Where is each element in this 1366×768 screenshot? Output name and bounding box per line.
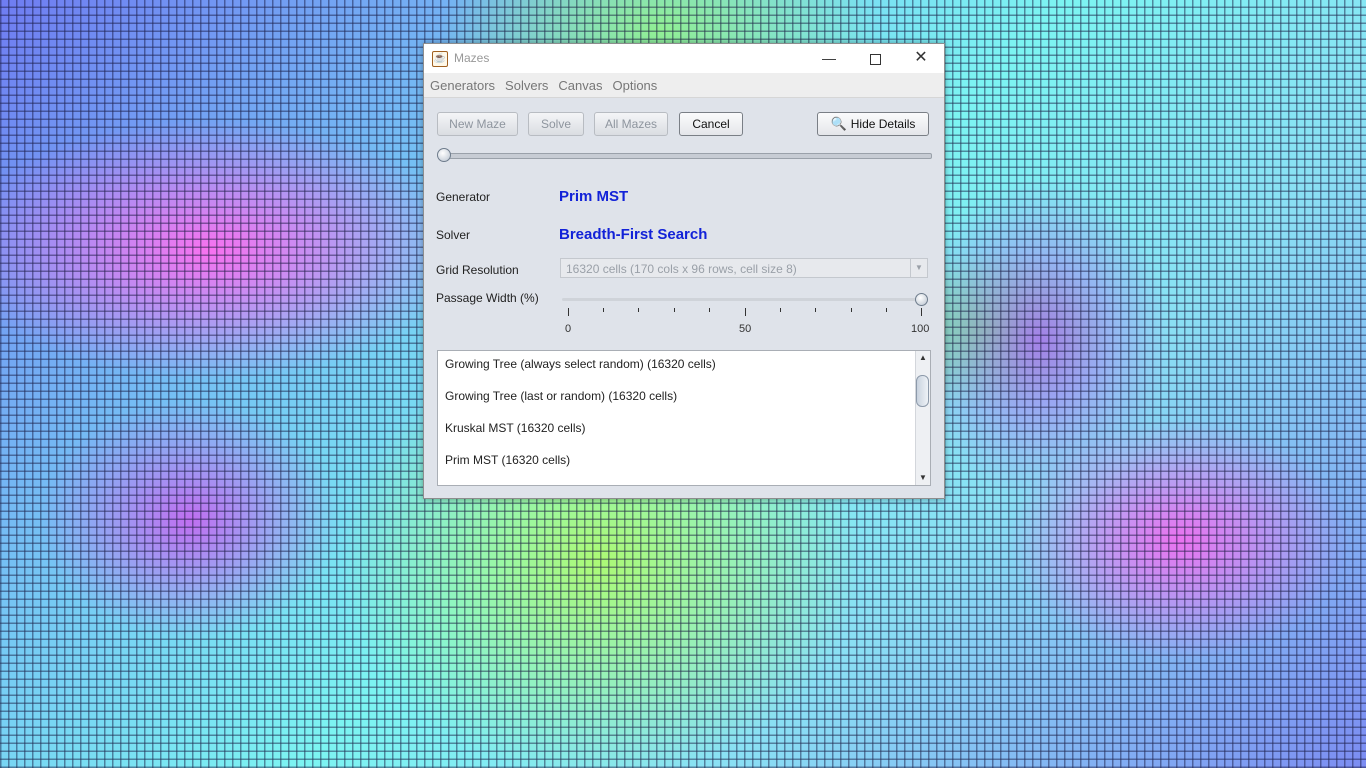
hide-details-button[interactable]: 🔍 Hide Details bbox=[817, 112, 929, 136]
scroll-thumb[interactable] bbox=[916, 375, 929, 407]
passage-width-track bbox=[562, 298, 924, 301]
minimize-button[interactable]: — bbox=[806, 44, 852, 73]
tick-minor bbox=[674, 308, 675, 312]
tick-major bbox=[568, 308, 569, 316]
title-bar[interactable]: ☕ Mazes — ✕ bbox=[424, 44, 944, 73]
java-app-icon: ☕ bbox=[432, 51, 448, 67]
tick-label-100: 100 bbox=[911, 323, 930, 335]
menu-generators[interactable]: Generators bbox=[430, 78, 495, 93]
list-scrollbar[interactable]: ▲ ▼ bbox=[915, 351, 930, 485]
tick-major bbox=[921, 308, 922, 316]
generator-label: Generator bbox=[436, 190, 491, 204]
chevron-down-icon[interactable]: ▼ bbox=[910, 259, 927, 277]
solve-button[interactable]: Solve bbox=[528, 112, 584, 136]
close-icon: ✕ bbox=[914, 49, 928, 66]
new-maze-button[interactable]: New Maze bbox=[437, 112, 518, 136]
solver-label: Solver bbox=[436, 228, 471, 242]
window-title: Mazes bbox=[454, 51, 490, 65]
list-item[interactable]: Prim MST (16320 cells) bbox=[445, 453, 570, 467]
scroll-down-icon[interactable]: ▼ bbox=[916, 471, 930, 485]
details-panel: New Maze Solve All Mazes Cancel 🔍 Hide De… bbox=[424, 98, 944, 498]
menu-bar: Generators Solvers Canvas Options bbox=[424, 73, 944, 98]
maximize-button[interactable] bbox=[852, 44, 898, 73]
tick-label-0: 0 bbox=[565, 323, 572, 335]
menu-options[interactable]: Options bbox=[612, 78, 657, 93]
passage-width-knob[interactable] bbox=[915, 293, 928, 306]
maze-list[interactable]: Growing Tree (always select random) (163… bbox=[437, 350, 931, 486]
scroll-up-icon[interactable]: ▲ bbox=[916, 351, 930, 365]
tick-minor bbox=[709, 308, 710, 312]
list-item[interactable]: Growing Tree (last or random) (16320 cel… bbox=[445, 389, 677, 403]
menu-canvas[interactable]: Canvas bbox=[558, 78, 602, 93]
close-button[interactable]: ✕ bbox=[898, 44, 944, 73]
minimize-icon: — bbox=[822, 50, 836, 66]
magnifier-icon: 🔍 bbox=[830, 116, 847, 131]
tick-minor bbox=[886, 308, 887, 312]
cancel-button[interactable]: Cancel bbox=[679, 112, 743, 136]
tick-minor bbox=[815, 308, 816, 312]
tick-minor bbox=[851, 308, 852, 312]
progress-slider-track bbox=[442, 153, 932, 159]
hide-details-label: Hide Details bbox=[850, 117, 916, 131]
tick-label-50: 50 bbox=[739, 323, 752, 335]
generator-value: Prim MST bbox=[559, 188, 629, 205]
grid-resolution-label: Grid Resolution bbox=[436, 263, 519, 277]
list-item[interactable]: Growing Tree (always select random) (163… bbox=[445, 357, 716, 371]
passage-width-label: Passage Width (%) bbox=[436, 291, 539, 305]
tick-minor bbox=[638, 308, 639, 312]
tick-minor bbox=[603, 308, 604, 312]
list-item[interactable]: Kruskal MST (16320 cells) bbox=[445, 421, 586, 435]
all-mazes-button[interactable]: All Mazes bbox=[594, 112, 668, 136]
menu-solvers[interactable]: Solvers bbox=[505, 78, 548, 93]
progress-slider-knob[interactable] bbox=[437, 148, 451, 162]
maximize-icon bbox=[869, 53, 881, 65]
grid-resolution-select[interactable]: 16320 cells (170 cols x 96 rows, cell si… bbox=[560, 258, 928, 278]
solver-value: Breadth-First Search bbox=[559, 226, 708, 243]
mazes-window: ☕ Mazes — ✕ Generators Solvers Canvas Op… bbox=[423, 43, 945, 499]
grid-resolution-value: 16320 cells (170 cols x 96 rows, cell si… bbox=[566, 262, 797, 276]
tick-major bbox=[745, 308, 746, 316]
tick-minor bbox=[780, 308, 781, 312]
passage-width-ticks bbox=[568, 308, 922, 320]
